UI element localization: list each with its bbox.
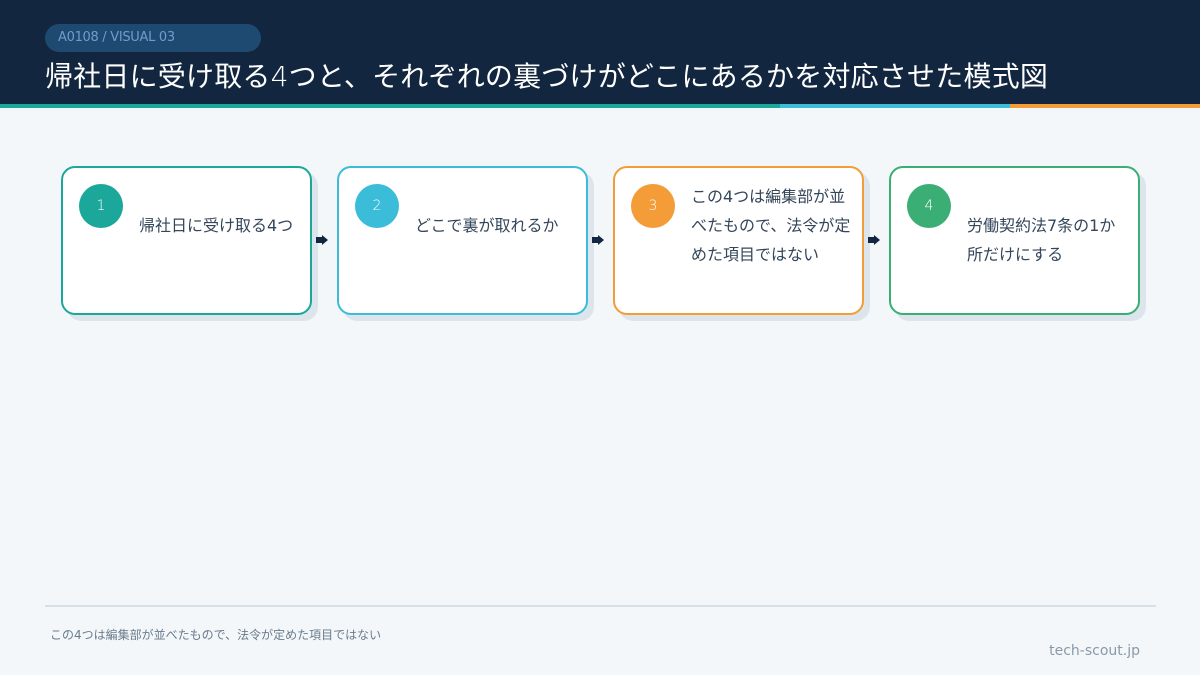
step-number-badge: 3 <box>631 184 675 228</box>
accent-stripe-sky <box>780 104 1010 108</box>
step-text: この4つは編集部が並べたもので、法令が定めた項目ではない <box>691 187 851 264</box>
step-text: どこで裏が取れるか <box>415 216 559 235</box>
site-name: tech-scout.jp <box>1049 643 1140 659</box>
step-number-badge: 1 <box>79 184 123 228</box>
step-text: 労働契約法7条の1か所だけにする <box>967 216 1116 264</box>
footnote: この4つは編集部が並べたもので、法令が定めた項目ではない <box>50 628 382 642</box>
arrow-right-icon <box>592 235 604 245</box>
step-number-badge: 4 <box>907 184 951 228</box>
arrow-right-icon <box>316 235 328 245</box>
step-card-2: 2 どこで裏が取れるか <box>337 166 588 315</box>
step-card-1: 1 帰社日に受け取る4つ <box>61 166 312 315</box>
page-title: 帰社日に受け取る4つと、それぞれの裏づけがどこにあるかを対応させた模式図 <box>45 60 1049 93</box>
step-card-3: 3 この4つは編集部が並べたもので、法令が定めた項目ではない <box>613 166 864 315</box>
step-number-badge: 2 <box>355 184 399 228</box>
step-card-4: 4 労働契約法7条の1か所だけにする <box>889 166 1140 315</box>
arrow-right-icon <box>868 235 880 245</box>
visual-id-badge: A0108 / VISUAL 03 <box>45 24 261 52</box>
accent-stripe-teal <box>0 104 780 108</box>
step-text: 帰社日に受け取る4つ <box>139 216 294 235</box>
footer-divider <box>45 605 1156 607</box>
header-bar: A0108 / VISUAL 03 帰社日に受け取る4つと、それぞれの裏づけがど… <box>0 0 1200 104</box>
accent-stripe-orange <box>1010 104 1200 108</box>
